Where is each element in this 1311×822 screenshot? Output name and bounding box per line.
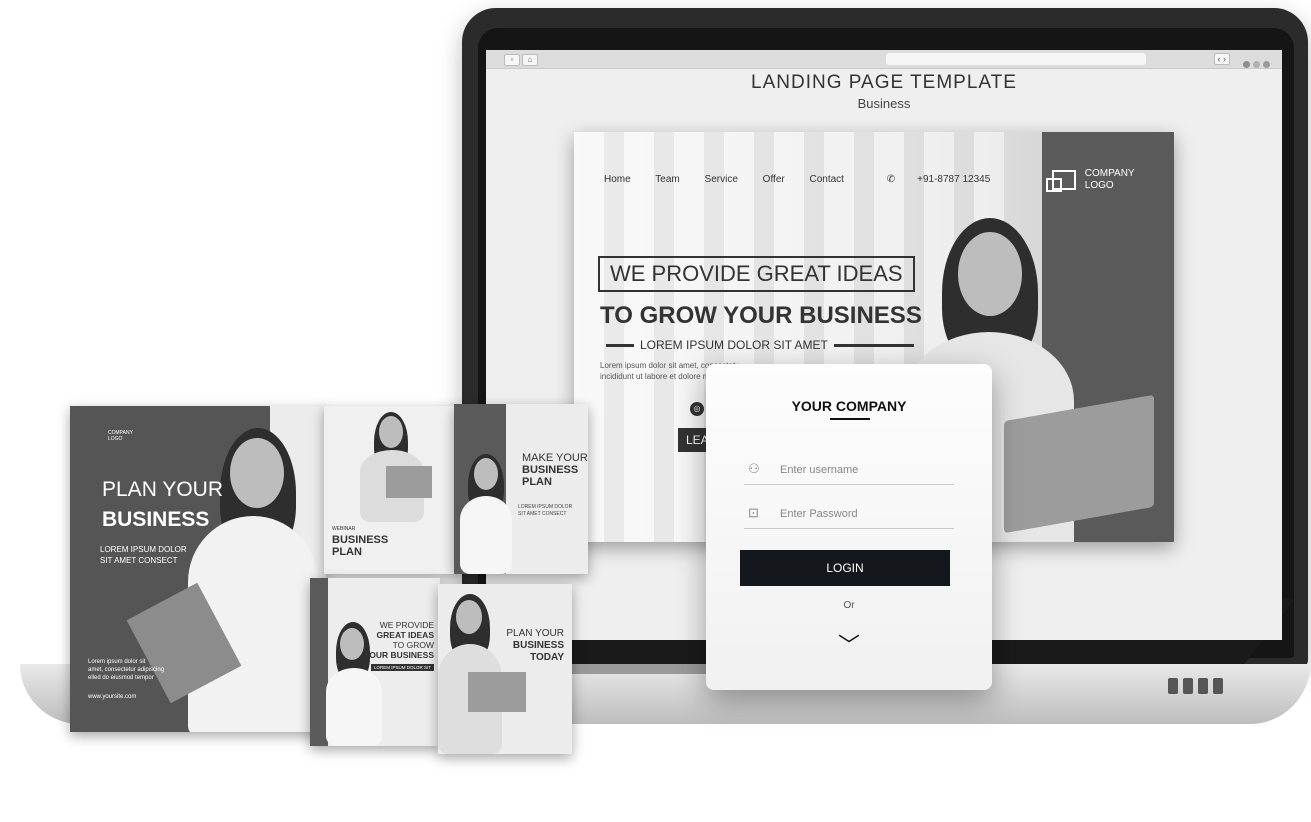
nav-team[interactable]: Team: [655, 174, 679, 185]
laptop-ports: [1168, 678, 1228, 699]
make-person-face: [474, 458, 498, 490]
poster-logo-line2: LOGO: [108, 436, 123, 442]
today-title: PLAN YOUR BUSINESS TODAY: [506, 628, 564, 664]
hero-person-face: [958, 232, 1022, 316]
poster-body-line2: amet, consectetur adipiscing: [88, 667, 165, 673]
maximize-dot-icon[interactable]: [1263, 61, 1270, 68]
hero-tagline: LOREM IPSUM DOLOR SIT AMET: [600, 338, 920, 352]
poster-subtitle: LOREM IPSUM DOLOR SIT AMET CONSECT: [100, 544, 187, 566]
make-sub-line2: SIT AMET CONSECT: [518, 511, 567, 517]
tagline-rule-right: [833, 344, 914, 348]
today-laptop-prop: [468, 672, 526, 712]
make-title-line2: BUSINESS: [522, 464, 579, 476]
username-placeholder: Enter username: [780, 464, 859, 476]
webinar-label: WEBINAR: [332, 526, 356, 532]
logo-line2: LOGO: [1084, 180, 1114, 191]
poster-title-line1: PLAN YOUR: [102, 478, 223, 501]
make-person-body: [460, 496, 512, 574]
browser-toolbar: ▫ ⌂ ‹ ›: [486, 50, 1282, 69]
address-bar[interactable]: [886, 53, 1146, 65]
or-divider: Or: [843, 600, 855, 611]
poster-body: Lorem ipsum dolor sit amet, consectetur a…: [88, 658, 164, 682]
webinar-laptop-prop: [386, 466, 432, 498]
password-placeholder: Enter Password: [780, 508, 858, 520]
sidebar-toggle-icon[interactable]: ▫: [504, 54, 520, 66]
tagline-rule-left: [606, 344, 634, 348]
nav-home[interactable]: Home: [604, 174, 631, 185]
ideas-person-body: [326, 668, 382, 746]
nav-service[interactable]: Service: [705, 174, 738, 185]
login-button[interactable]: LOGIN: [740, 550, 950, 586]
poster-webinar: WEBINAR BUSINESS PLAN: [324, 406, 456, 574]
today-line1: PLAN YOUR: [506, 628, 564, 639]
make-sub-line1: LOREM IPSUM DOLOR: [518, 504, 573, 510]
ideas-line4: YOUR BUSINESS: [363, 650, 434, 660]
ideas-line2: GREAT IDEAS: [376, 630, 434, 640]
today-person-face: [456, 600, 482, 634]
nav-contact[interactable]: Contact: [810, 174, 844, 185]
make-title: MAKE YOUR BUSINESS PLAN: [522, 452, 588, 488]
lock-icon: ⊡: [748, 505, 759, 520]
make-title-line3: PLAN: [522, 476, 552, 488]
webinar-title-line1: BUSINESS: [332, 534, 389, 546]
poster-we-provide-great-ideas: WE PROVIDE GREAT IDEAS TO GROW YOUR BUSINES…: [310, 578, 440, 746]
tagline-text: LOREM IPSUM DOLOR SIT AMET: [640, 338, 828, 352]
poster-body-line3: elled do eiusmod tempor: [88, 675, 154, 681]
today-line3: TODAY: [530, 652, 564, 663]
hero-headline: TO GROW YOUR BUSINESS: [600, 302, 922, 329]
today-line2: BUSINESS: [512, 640, 564, 651]
login-title: YOUR COMPANY: [791, 398, 907, 414]
ideas-line3: TO GROW: [392, 640, 434, 650]
webinar-title-line2: PLAN: [332, 546, 362, 558]
password-field[interactable]: ⊡ Enter Password: [744, 500, 954, 529]
poster-plan-your-business: COMPANY LOGO PLAN YOUR BUSINESS LOREM IPS…: [70, 406, 326, 732]
ideas-person-face: [340, 628, 364, 660]
poster-website: www.yoursite.com: [88, 694, 137, 700]
poster-person-face: [230, 438, 284, 508]
logo-line1: COMPANY: [1084, 168, 1135, 179]
user-icon: ⚇: [748, 461, 760, 476]
hero-headline-boxed: WE PROVIDE GREAT IDEAS: [598, 256, 915, 292]
ideas-tag: LOREM IPSUM DOLOR SIT: [370, 664, 434, 671]
minimize-dot-icon[interactable]: [1253, 61, 1260, 68]
webinar-person-face: [379, 416, 403, 448]
login-card: YOUR COMPANY ⚇ Enter username ⊡ Enter Pa…: [706, 364, 992, 690]
logo-icon: [1046, 170, 1076, 192]
poster-make-your-business-plan: MAKE YOUR BUSINESS PLAN LOREM IPSUM DOLOR S…: [454, 404, 588, 574]
close-dot-icon[interactable]: [1243, 61, 1250, 68]
poster-sub-line1: LOREM IPSUM DOLOR: [100, 545, 187, 554]
poster-body-line1: Lorem ipsum dolor sit: [88, 659, 146, 665]
phone-icon: ✆: [886, 174, 896, 185]
lock-icon[interactable]: ⌂: [522, 54, 538, 66]
instagram-icon[interactable]: ◎: [690, 402, 704, 416]
page-subtitle: Business: [857, 96, 911, 111]
window-controls: [1240, 55, 1270, 73]
ideas-title: WE PROVIDE GREAT IDEAS TO GROW YOUR BUSINES…: [364, 620, 434, 660]
hero-nav: Home Team Service Offer Contact ✆ +91-878…: [604, 174, 1012, 185]
poster-plan-your-business-today: PLAN YOUR BUSINESS TODAY: [438, 584, 572, 754]
page-title: LANDING PAGE TEMPLATE: [751, 72, 1017, 93]
nav-arrows-icon[interactable]: ‹ ›: [1213, 53, 1230, 65]
company-logo[interactable]: COMPANY LOGO: [1046, 168, 1135, 192]
nav-offer[interactable]: Offer: [763, 174, 785, 185]
ideas-line1: WE PROVIDE: [379, 620, 434, 630]
make-title-line1: MAKE YOUR: [522, 452, 588, 464]
webinar-title: BUSINESS PLAN: [332, 534, 388, 558]
username-field[interactable]: ⚇ Enter username: [744, 456, 954, 485]
login-title-underline: [830, 418, 870, 420]
poster-sub-line2: SIT AMET CONSECT: [100, 556, 178, 565]
chevron-down-icon[interactable]: ﹀: [706, 628, 992, 660]
make-subtitle: LOREM IPSUM DOLOR SIT AMET CONSECT: [518, 504, 572, 518]
poster-logo: COMPANY LOGO: [108, 430, 133, 442]
poster-title-line2: BUSINESS: [102, 508, 210, 531]
phone-number[interactable]: +91-8787 12345: [917, 174, 990, 185]
